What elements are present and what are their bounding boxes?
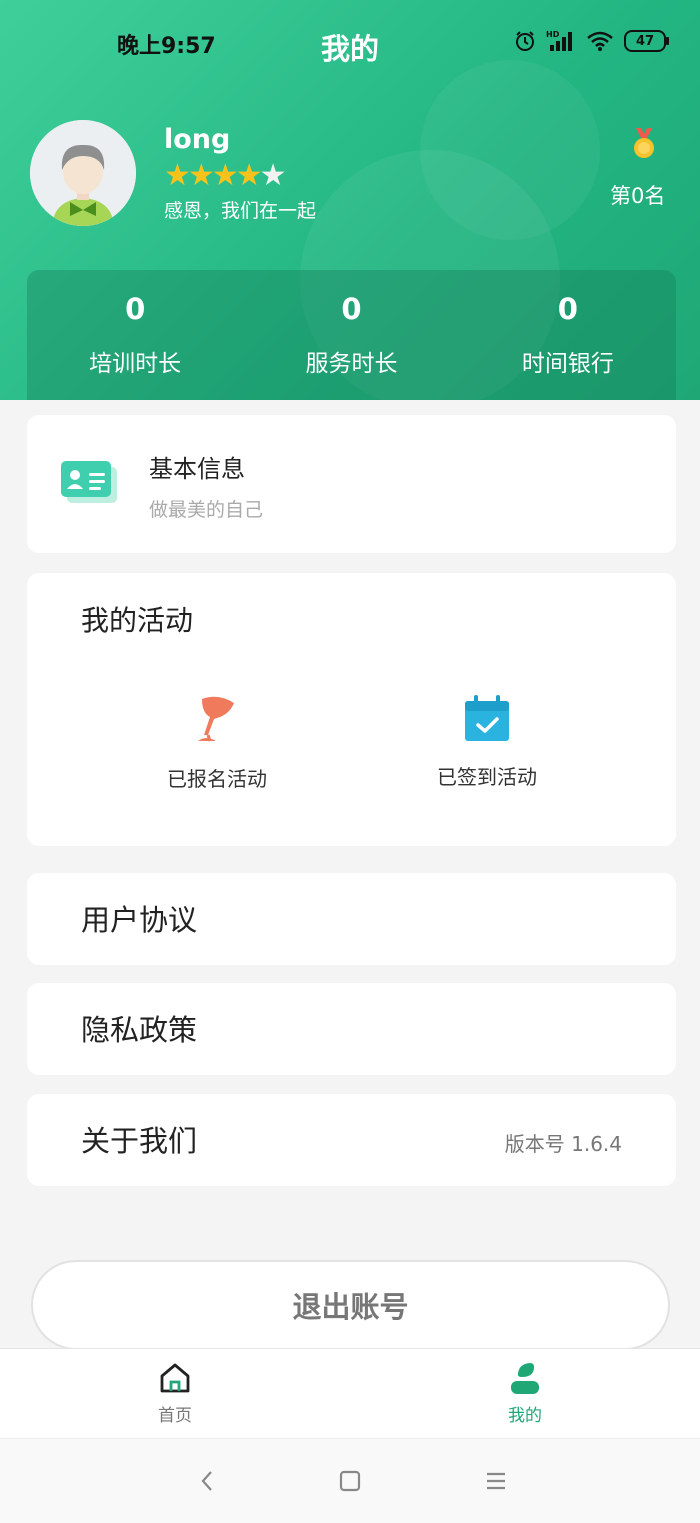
stat-value: 0: [341, 292, 362, 326]
bottom-tab-bar: 首页 我的: [0, 1348, 700, 1439]
privacy-policy-row[interactable]: 隐私政策: [27, 983, 676, 1075]
user-motto: 感恩，我们在一起: [164, 200, 317, 222]
header-decoration: [420, 60, 600, 240]
registered-activities-button[interactable]: 已报名活动: [117, 695, 317, 792]
logout-button[interactable]: 退出账号: [31, 1260, 670, 1350]
menu-lines-icon: [487, 1472, 505, 1490]
stat-label: 培训时长: [89, 351, 182, 377]
about-us-row[interactable]: 关于我们 版本号 1.6.4: [27, 1094, 676, 1186]
system-navigation-bar: [0, 1438, 700, 1523]
tab-label: 我的: [508, 1406, 542, 1426]
user-agreement-row[interactable]: 用户协议: [27, 873, 676, 965]
stat-service-hours[interactable]: 0 服务时长: [243, 270, 459, 400]
page-title: 我的: [320, 32, 379, 66]
activity-label: 已报名活动: [167, 767, 267, 791]
tab-mine[interactable]: 我的: [465, 1361, 585, 1426]
avatar-image: [30, 120, 136, 226]
tab-label: 首页: [158, 1406, 192, 1426]
flag-icon: [198, 696, 234, 742]
star-filled-icon: ★: [164, 158, 191, 193]
menu-label: 用户协议: [81, 903, 198, 937]
calendar-check-icon: [465, 695, 509, 741]
basic-info-subtitle: 做最美的自己: [149, 499, 264, 521]
stat-value: 0: [557, 292, 578, 326]
star-filled-icon: ★: [211, 158, 239, 193]
tab-home[interactable]: 首页: [115, 1361, 235, 1426]
user-name: long: [164, 124, 231, 155]
menu-label: 关于我们: [81, 1124, 198, 1158]
user-icon: [511, 1363, 539, 1394]
rating-stars: ★★★★★: [164, 158, 287, 193]
home-icon: [160, 1363, 190, 1393]
stat-training-hours[interactable]: 0 培训时长: [27, 270, 243, 400]
stat-label: 时间银行: [521, 351, 614, 377]
back-chevron-icon: [201, 1471, 212, 1491]
stat-value: 0: [125, 292, 146, 326]
version-label: 版本号 1.6.4: [504, 1132, 622, 1156]
star-empty-icon: ★: [259, 158, 287, 193]
activity-label: 已签到活动: [437, 765, 537, 789]
rank-label[interactable]: 第0名: [610, 180, 665, 210]
square-icon: [339, 1470, 361, 1492]
recents-button[interactable]: [476, 1465, 516, 1497]
id-card-icon: [61, 461, 117, 503]
stat-label: 服务时长: [305, 351, 398, 377]
basic-info-title: 基本信息: [149, 455, 245, 483]
star-filled-icon: ★: [235, 158, 263, 193]
activities-title: 我的活动: [81, 604, 194, 637]
my-activities-card: 我的活动 已报名活动 已签到活动: [27, 573, 676, 846]
back-button[interactable]: [187, 1465, 227, 1497]
medal-icon: [634, 128, 654, 158]
stats-panel: 0 培训时长 0 服务时长 0 时间银行: [27, 270, 676, 400]
home-nav-button[interactable]: [330, 1465, 370, 1497]
checked-in-activities-button[interactable]: 已签到活动: [387, 695, 587, 790]
star-filled-icon: ★: [187, 158, 215, 193]
menu-label: 隐私政策: [81, 1013, 198, 1047]
basic-info-card[interactable]: 基本信息 做最美的自己: [27, 415, 676, 553]
stat-time-bank[interactable]: 0 时间银行: [460, 270, 676, 400]
avatar[interactable]: [30, 120, 136, 226]
